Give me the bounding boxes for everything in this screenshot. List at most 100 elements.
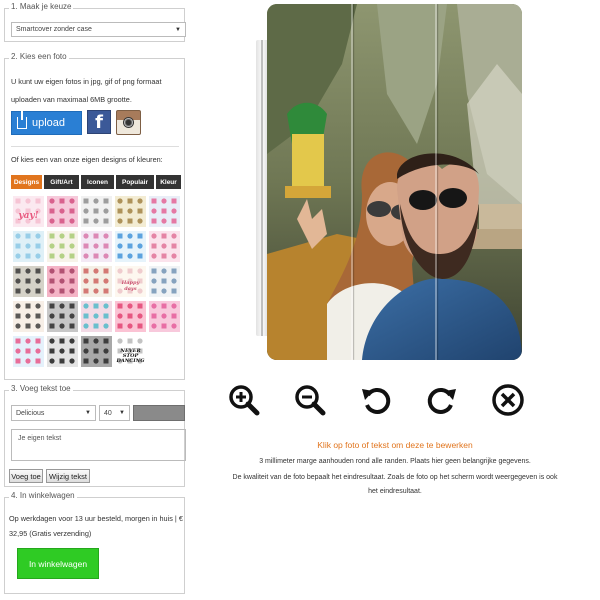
step-photo-legend: 2. Kies een foto [9, 52, 69, 61]
design-thumbnail[interactable] [47, 266, 78, 297]
design-pattern [47, 196, 78, 227]
designs-intro: Of kies een van onze eigen designs of kl… [11, 155, 163, 164]
zoom-out-button[interactable] [291, 381, 329, 419]
design-thumbnail[interactable]: yay! [13, 196, 44, 227]
quality-note: De kwaliteit van de foto bepaalt het ein… [232, 474, 558, 481]
chevron-down-icon: ▼ [85, 410, 91, 416]
tab-kleur[interactable]: Kleur [156, 175, 181, 189]
chevron-down-icon: ▼ [175, 26, 181, 33]
design-tabs: Designs Gift/Art Iconen Populair Kleur [11, 175, 181, 189]
cover-fold-line [435, 4, 437, 360]
delivery-info: Op werkdagen voor 13 uur besteld, morgen… [9, 514, 183, 538]
design-pattern [13, 336, 44, 367]
add-text-button[interactable]: Voeg toe [9, 469, 43, 483]
design-pattern [81, 266, 112, 297]
font-size-value: 40 [104, 409, 112, 417]
design-pattern [47, 336, 78, 367]
design-pattern [149, 231, 180, 262]
design-pattern [115, 196, 146, 227]
design-pattern [47, 231, 78, 262]
design-pattern [115, 231, 146, 262]
font-select[interactable]: Delicious ▼ [11, 405, 96, 421]
step-cart-panel: 4. In winkelwagen Op werkdagen voor 13 u… [4, 491, 185, 594]
design-thumbnail[interactable] [13, 266, 44, 297]
upload-icon [17, 111, 27, 129]
divider [11, 146, 179, 147]
design-thumbnail[interactable] [47, 196, 78, 227]
tab-iconen[interactable]: Iconen [81, 175, 114, 189]
design-pattern [115, 301, 146, 332]
design-pattern [47, 301, 78, 332]
edit-text-button[interactable]: Wijzig tekst [46, 469, 90, 483]
design-thumbnail[interactable] [47, 301, 78, 332]
design-thumbnail[interactable] [149, 266, 180, 297]
instagram-icon [123, 117, 134, 128]
rotate-left-button[interactable] [357, 381, 395, 419]
design-thumbnail[interactable] [149, 231, 180, 262]
rotate-right-button[interactable] [423, 381, 461, 419]
font-size-select[interactable]: 40 ▼ [99, 405, 130, 421]
design-thumbnail[interactable] [13, 336, 44, 367]
step-cart-legend: 4. In winkelwagen [9, 491, 77, 500]
design-pattern [149, 196, 180, 227]
step-text-panel: 3. Voeg tekst toe Delicious ▼ 40 ▼ Je ei… [4, 384, 186, 487]
tab-populair[interactable]: Populair [116, 175, 154, 189]
rotate-left-icon [362, 387, 391, 414]
chevron-down-icon: ▼ [119, 410, 125, 416]
step-text-legend: 3. Voeg tekst toe [9, 384, 73, 393]
design-thumbnail[interactable] [13, 301, 44, 332]
design-thumbnail[interactable]: NEVER STOP DANCING [115, 336, 146, 367]
upload-instructions: U kunt uw eigen fotos in jpg, gif of png… [11, 77, 162, 104]
design-pattern [13, 266, 44, 297]
design-pattern [81, 231, 112, 262]
selfie-photo [267, 4, 522, 360]
edit-hint: Klik op foto of tekst om deze te bewerke… [317, 440, 473, 450]
facebook-icon: f [95, 112, 103, 133]
margin-note: 3 millimeter marge aanhouden rond alle r… [259, 458, 531, 465]
design-thumbnail[interactable] [47, 231, 78, 262]
design-thumbnail[interactable] [149, 196, 180, 227]
design-pattern [149, 266, 180, 297]
design-thumbnail[interactable] [149, 301, 180, 332]
product-select-value: Smartcover zonder case [16, 26, 92, 33]
design-thumbnail[interactable] [81, 266, 112, 297]
design-thumbnail[interactable] [81, 336, 112, 367]
design-thumbnail[interactable] [47, 336, 78, 367]
design-thumbnail[interactable] [13, 231, 44, 262]
design-thumbnail[interactable] [81, 196, 112, 227]
font-select-value: Delicious [16, 409, 45, 417]
quality-note-continued: het eindresultaat. [368, 488, 422, 495]
step-choose-legend: 1. Maak je keuze [9, 2, 74, 11]
step-photo-panel: 2. Kies een foto U kunt uw eigen fotos i… [4, 52, 185, 380]
tab-gift-art[interactable]: Gift/Art [44, 175, 79, 189]
add-to-cart-button[interactable]: In winkelwagen [17, 548, 99, 579]
step-choose-panel: 1. Maak je keuze Smartcover zonder case … [4, 2, 186, 42]
zoom-in-button[interactable] [225, 381, 263, 419]
design-thumbnail[interactable] [115, 196, 146, 227]
instagram-button[interactable] [116, 110, 141, 135]
zoom-out-icon [295, 385, 326, 416]
design-thumbnail[interactable] [81, 231, 112, 262]
photo-controls [225, 381, 527, 419]
text-color-picker[interactable] [133, 405, 185, 421]
design-pattern [47, 266, 78, 297]
delete-icon [492, 384, 524, 416]
custom-text-input[interactable]: Je eigen tekst [11, 429, 186, 461]
cover-photo[interactable] [267, 4, 522, 360]
design-thumbnail[interactable] [115, 301, 146, 332]
delete-button[interactable] [489, 381, 527, 419]
product-select[interactable]: Smartcover zonder case ▼ [11, 22, 186, 37]
zoom-in-icon [229, 385, 260, 416]
rotate-right-icon [427, 387, 456, 414]
design-thumbnail-label: NEVER STOP DANCING [116, 347, 145, 365]
upload-button[interactable]: upload [11, 111, 82, 135]
facebook-button[interactable]: f [87, 110, 111, 134]
tab-designs[interactable]: Designs [11, 175, 42, 189]
design-pattern [81, 196, 112, 227]
design-thumbnail[interactable] [81, 301, 112, 332]
design-thumbnail[interactable]: Happy days [115, 266, 146, 297]
design-thumbnail[interactable] [115, 231, 146, 262]
cover-fold-line [351, 4, 353, 360]
design-thumbnail-label: Happy days [121, 280, 140, 292]
design-grid: yay! Happy days NEVER STOP DANCING [13, 196, 180, 367]
